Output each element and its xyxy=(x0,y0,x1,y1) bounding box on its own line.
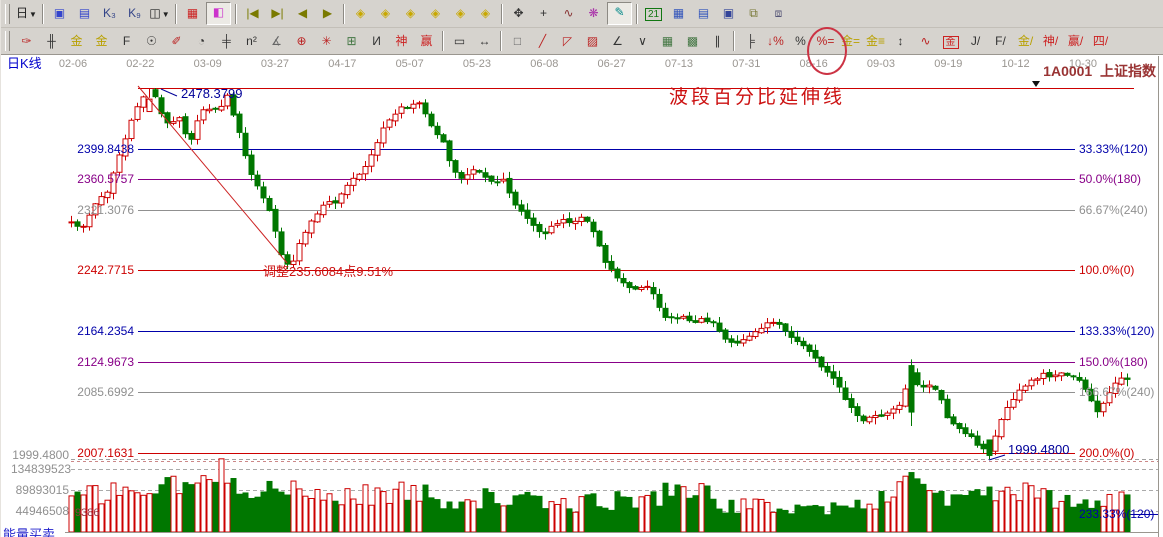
percent-level-label: 166.67%(240) xyxy=(1079,386,1154,398)
period-label[interactable]: 日K线 xyxy=(7,58,42,70)
percent-level-label: 66.67%(240) xyxy=(1079,204,1148,216)
price-level-label: 2124.9673 xyxy=(14,356,134,368)
symbol-label: 1A0001 上证指数 xyxy=(1043,65,1156,77)
percent-level-label: 150.0%(180) xyxy=(1079,356,1148,368)
percent-level-label: 100.0%(0) xyxy=(1079,264,1134,276)
volume-axis-label: 134839523 xyxy=(11,463,69,475)
percent-level-label: 33.33%(120) xyxy=(1079,143,1148,155)
low-price-annotation: 1999.4800 xyxy=(1008,444,1069,456)
percent-level-label: 50.0%(180) xyxy=(1079,173,1141,185)
symbol-name: 上证指数 xyxy=(1100,63,1156,79)
low-level-label: 1999.4800 xyxy=(11,449,69,461)
percent-level-label: 233.33%(120) xyxy=(1079,508,1154,520)
percent-level-label: 200.0%(0) xyxy=(1079,447,1134,459)
top-line-marker xyxy=(1032,81,1040,87)
volume-axis-label: 89893015 xyxy=(11,484,69,496)
price-level-label: 2085.6992 xyxy=(14,386,134,398)
price-level-label: 2360.5757 xyxy=(14,173,134,185)
chart-canvas[interactable] xyxy=(1,0,1163,537)
wave-measure-annotation: 调整235.6084点9.51% xyxy=(263,266,393,278)
symbol-code: 1A0001 xyxy=(1043,63,1092,79)
price-level-label: 2399.8438 xyxy=(14,143,134,155)
price-level-label: 2164.2354 xyxy=(14,325,134,337)
price-level-label: 2321.3076 xyxy=(14,204,134,216)
volume-value-overlay: 9386 xyxy=(75,507,99,519)
percent-level-label: 133.33%(120) xyxy=(1079,325,1154,337)
app-window: 日▼▣▤K₃K₉◫▼▦◧|◀▶|◀▶◈◈◈◈◈◈✥+∿❋✎21▦▤▣⧉⧈ ✑╫金… xyxy=(0,0,1163,537)
high-price-annotation: 2478.3799 xyxy=(181,88,242,100)
volume-axis-label: 44946508 xyxy=(11,505,69,517)
price-level-label: 2242.7715 xyxy=(14,264,134,276)
bottom-pane-tab[interactable]: 能量买卖 xyxy=(3,529,55,537)
chart-title-annotation: 波段百分比延伸线 xyxy=(669,92,845,104)
